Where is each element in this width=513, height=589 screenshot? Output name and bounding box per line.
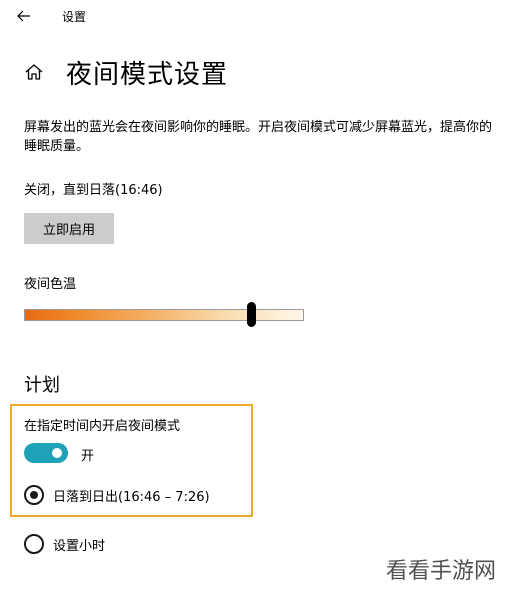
page-header: 夜间模式设置 bbox=[22, 54, 228, 90]
watermark-logo: 看看手游网 bbox=[386, 559, 497, 584]
enable-now-button[interactable]: 立即启用 bbox=[24, 213, 114, 244]
color-temperature-slider[interactable] bbox=[24, 309, 304, 321]
color-temperature-slider-thumb[interactable] bbox=[247, 302, 256, 327]
home-icon[interactable] bbox=[22, 60, 46, 84]
schedule-section-title: 计划 bbox=[24, 375, 60, 396]
schedule-toggle[interactable] bbox=[24, 443, 68, 463]
title-bar: 设置 bbox=[0, 0, 513, 32]
app-title: 设置 bbox=[62, 10, 87, 24]
color-temperature-label: 夜间色温 bbox=[24, 277, 77, 292]
toggle-knob bbox=[52, 448, 62, 458]
description-text: 屏幕发出的蓝光会在夜间影响你的睡眠。开启夜间模式可减少屏幕蓝光，提高你的睡眠质量… bbox=[24, 120, 493, 154]
back-arrow-icon bbox=[17, 10, 30, 22]
back-button[interactable] bbox=[12, 4, 36, 28]
toggle-state-text: 开 bbox=[81, 449, 95, 464]
radio-sunset-to-sunrise-label[interactable]: 日落到日出(16:46 – 7:26) bbox=[53, 486, 210, 505]
radio-set-hours[interactable] bbox=[24, 534, 44, 554]
schedule-toggle-label: 在指定时间内开启夜间模式 bbox=[24, 419, 181, 434]
status-text: 关闭，直到日落(16:46) bbox=[24, 183, 163, 198]
radio-set-hours-label[interactable]: 设置小时 bbox=[53, 535, 105, 554]
page-title: 夜间模式设置 bbox=[66, 59, 229, 90]
radio-sunset-to-sunrise[interactable] bbox=[24, 485, 44, 505]
